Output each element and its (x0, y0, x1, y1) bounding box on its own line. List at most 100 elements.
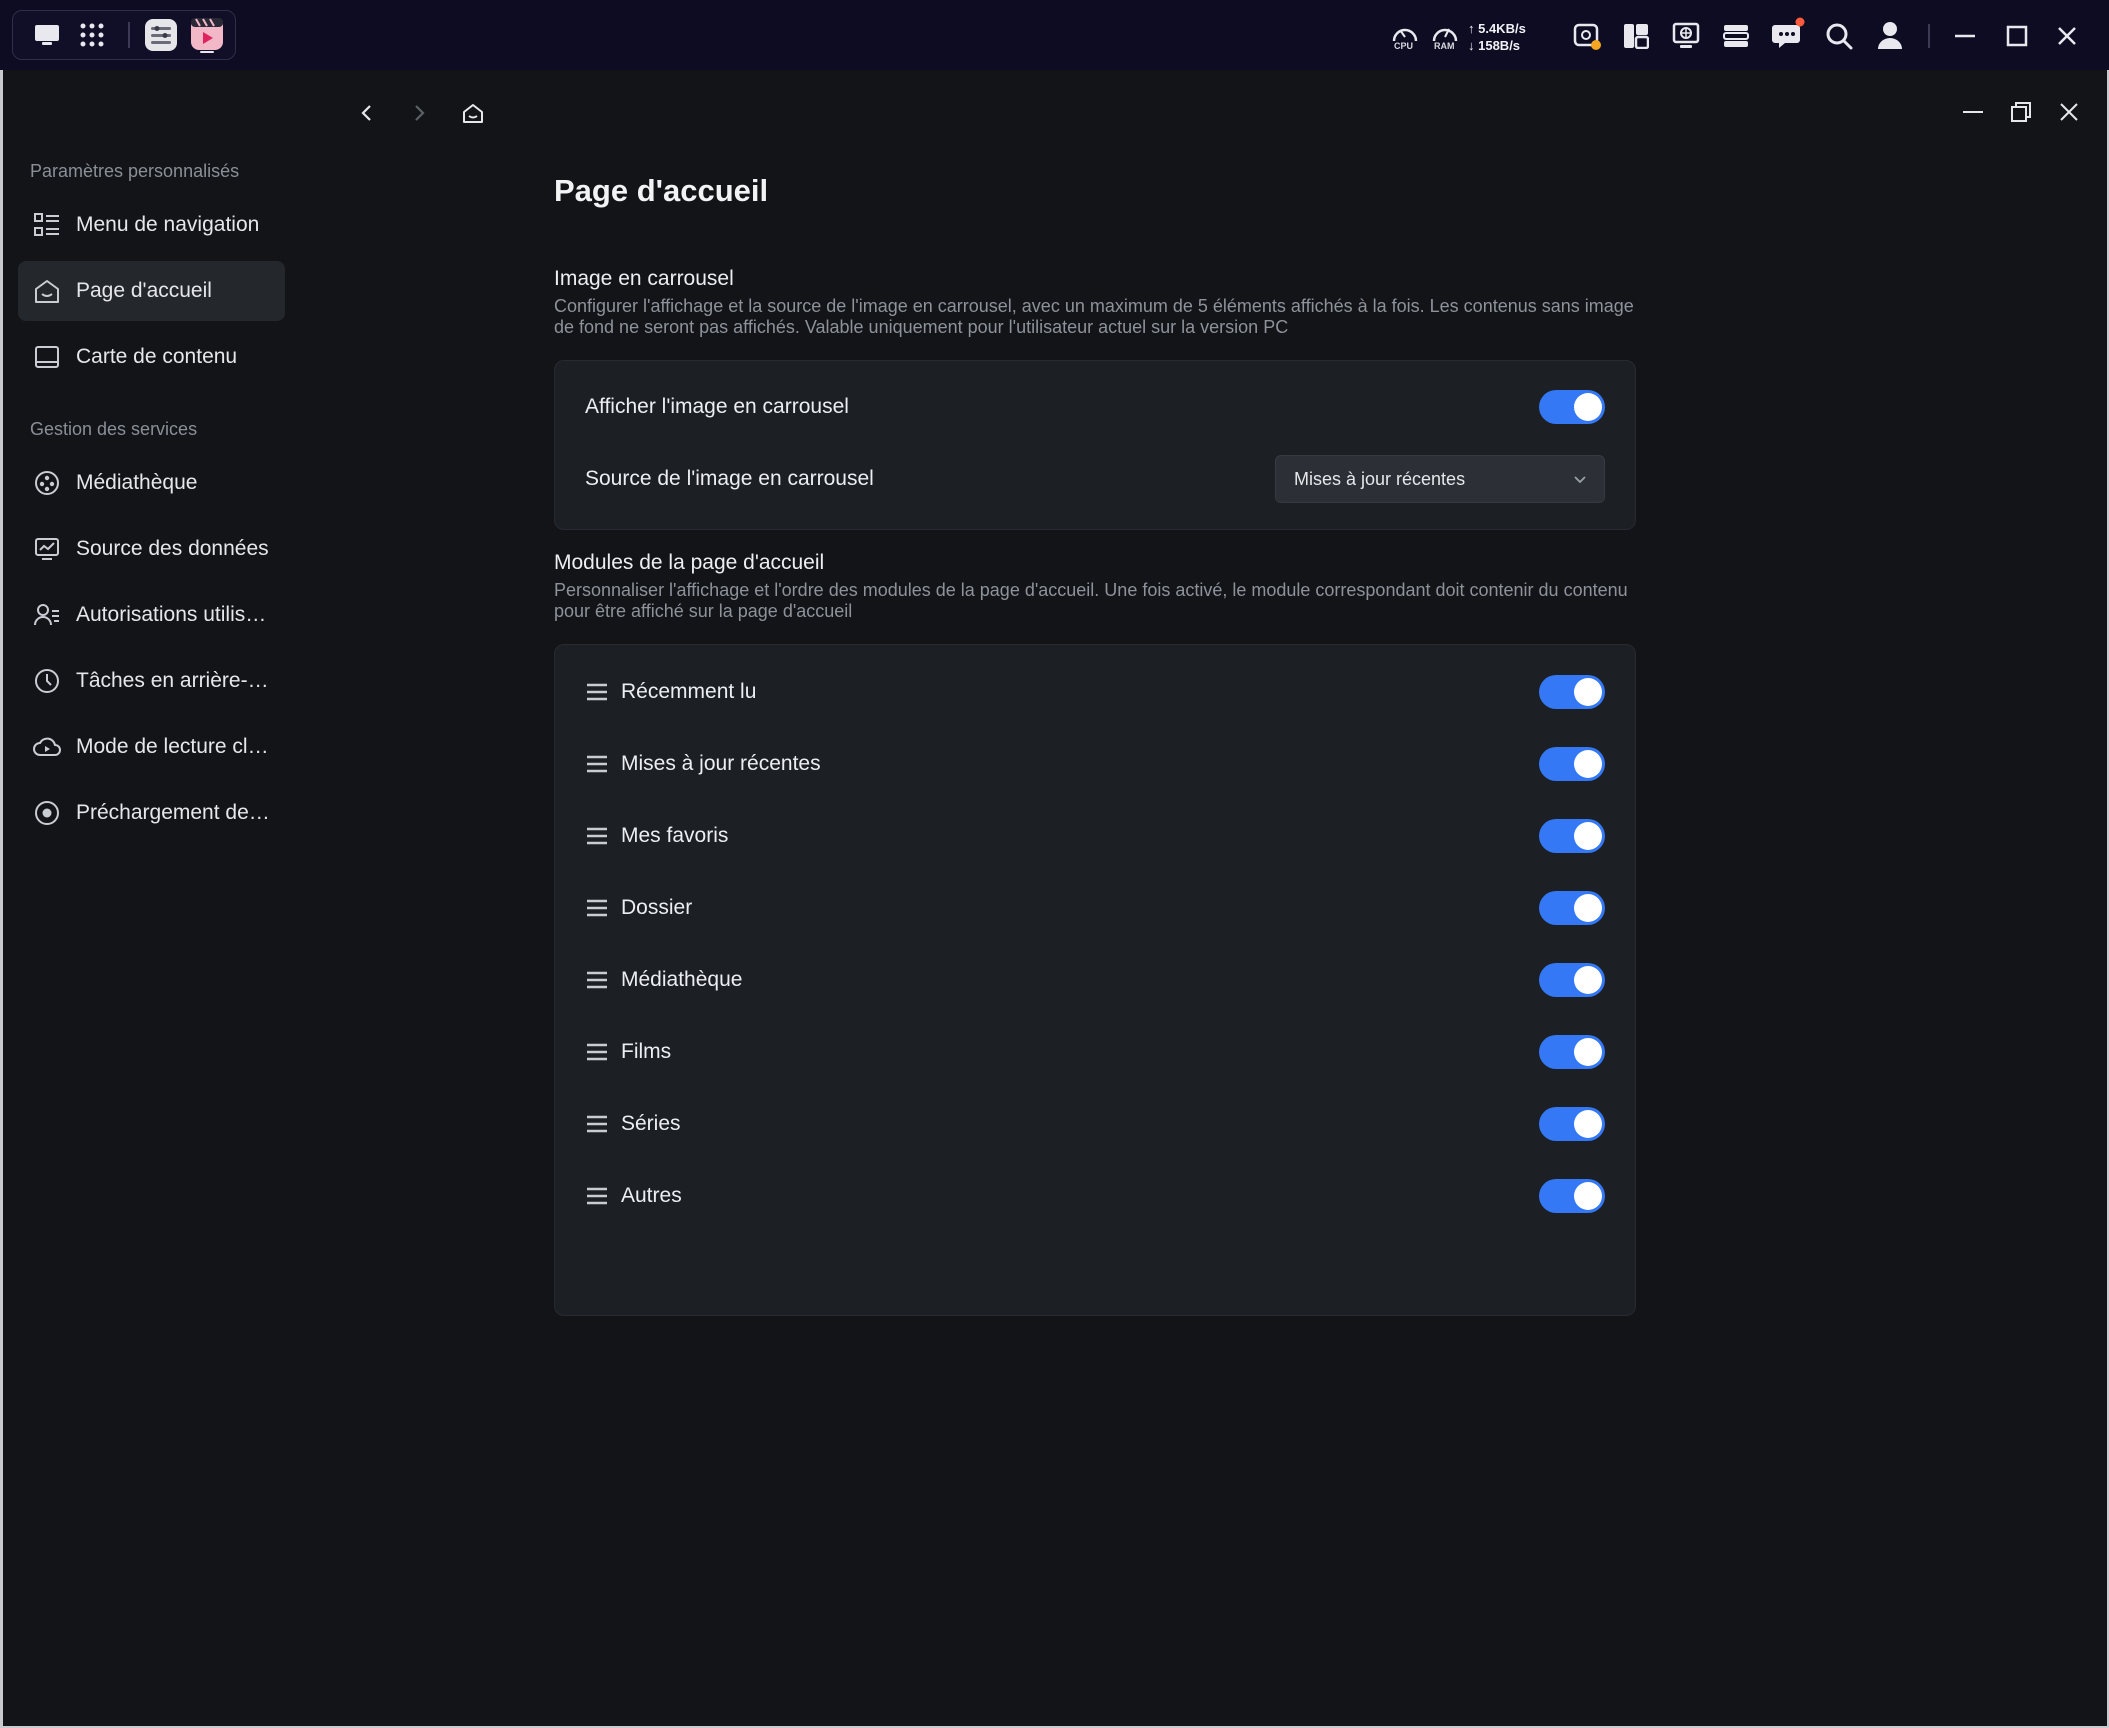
window-minimize-button[interactable] (1957, 96, 1989, 128)
module-label: Séries (621, 1112, 681, 1135)
module-toggle[interactable] (1539, 747, 1605, 781)
home-button[interactable] (457, 97, 489, 129)
drag-handle-icon[interactable] (585, 824, 609, 848)
drag-handle-icon[interactable] (585, 1040, 609, 1064)
module-row: Dossier (555, 872, 1635, 944)
minimize-icon (1963, 111, 1983, 113)
background-tasks-icon[interactable] (1570, 20, 1604, 52)
module-toggle[interactable] (1539, 1035, 1605, 1069)
sidebar-item-background-tasks[interactable]: Tâches en arrière-… (18, 651, 285, 711)
remote-desktop-icon[interactable] (1670, 20, 1702, 52)
carousel-source-value: Mises à jour récentes (1294, 468, 1466, 489)
card-icon (32, 342, 62, 372)
carousel-section-description: Configurer l'affichage et la source de l… (554, 296, 1634, 337)
minimize-icon[interactable] (1950, 22, 1980, 50)
window-close-button[interactable] (2053, 96, 2085, 128)
toggle-knob (1574, 894, 1602, 922)
module-row: Films (555, 1016, 1635, 1088)
module-label: Mes favoris (621, 824, 729, 847)
divider (128, 22, 130, 48)
widgets-icon[interactable] (1620, 20, 1652, 52)
toggle-knob (1574, 750, 1602, 778)
drag-handle-icon[interactable] (585, 896, 609, 920)
module-row: Récemment lu (555, 656, 1635, 728)
toggle-knob (1574, 1038, 1602, 1066)
sidebar-item-preload[interactable]: Préchargement de… (18, 783, 285, 843)
sidebar-item-label: Préchargement de… (76, 801, 270, 824)
sidebar-item-navigation-menu[interactable]: Menu de navigation (18, 195, 285, 255)
home-icon (463, 104, 483, 123)
sidebar-item-data-source[interactable]: Source des données (18, 519, 285, 579)
carousel-source-select[interactable]: Mises à jour récentes (1275, 455, 1605, 503)
module-label: Films (621, 1040, 672, 1063)
sidebar-item-label: Autorisations utilis… (76, 603, 267, 626)
toggle-knob (1574, 1110, 1602, 1138)
sidebar-item-content-card[interactable]: Carte de contenu (18, 327, 285, 387)
module-label: Dossier (621, 896, 693, 919)
media-library-icon (32, 468, 62, 498)
maximize-icon[interactable] (2002, 22, 2032, 50)
module-toggle[interactable] (1539, 963, 1605, 997)
chevron-left-icon (361, 105, 371, 121)
sidebar-item-user-permissions[interactable]: Autorisations utilis… (18, 585, 285, 645)
sidebar-item-home-page[interactable]: Page d'accueil (18, 261, 285, 321)
sidebar-item-media-library[interactable]: Médiathèque (18, 453, 285, 513)
module-label: Récemment lu (621, 680, 757, 703)
drag-handle-icon[interactable] (585, 752, 609, 776)
drag-handle-icon[interactable] (585, 680, 609, 704)
sidebar-item-label: Page d'accueil (76, 279, 212, 302)
toggle-knob (1574, 966, 1602, 994)
module-toggle[interactable] (1539, 1107, 1605, 1141)
desktop-icon[interactable] (30, 20, 64, 50)
module-row: Mises à jour récentes (555, 728, 1635, 800)
ram-label: RAM (1434, 41, 1455, 51)
sidebar-item-cloud-playback[interactable]: Mode de lecture cl… (18, 717, 285, 777)
forward-button[interactable] (403, 97, 435, 129)
sidebar-item-label: Mode de lecture cl… (76, 735, 269, 758)
user-permissions-icon (32, 600, 62, 630)
drag-handle-icon[interactable] (585, 1184, 609, 1208)
toggle-knob (1574, 393, 1602, 421)
module-toggle[interactable] (1539, 675, 1605, 709)
storage-icon[interactable] (1720, 20, 1752, 52)
sidebar-item-label: Menu de navigation (76, 213, 260, 236)
settings-window: Paramètres personnalisés Menu de navigat… (3, 70, 2107, 1726)
close-icon[interactable] (2052, 22, 2082, 50)
settings-app-icon[interactable] (143, 17, 179, 53)
apps-grid-icon[interactable] (77, 20, 107, 50)
modules-section-description: Personnaliser l'affichage et l'ordre des… (554, 580, 1628, 621)
toggle-knob (1574, 678, 1602, 706)
chevron-down-icon (1572, 471, 1588, 492)
carousel-section-title: Image en carrousel (554, 267, 734, 290)
drag-handle-icon[interactable] (585, 968, 609, 992)
sidebar-section-services: Gestion des services (30, 419, 198, 439)
video-app-icon[interactable] (188, 15, 226, 55)
module-toggle[interactable] (1539, 891, 1605, 925)
carousel-show-toggle[interactable] (1539, 390, 1605, 424)
modules-card: Récemment lu Mises à jour récentes Mes f… (554, 644, 1636, 1316)
user-icon[interactable] (1874, 18, 1906, 52)
module-toggle[interactable] (1539, 1179, 1605, 1213)
preload-icon (32, 798, 62, 828)
window-restore-button[interactable] (2005, 96, 2037, 128)
search-icon[interactable] (1823, 20, 1855, 52)
restore-icon (2011, 102, 2031, 122)
sidebar-item-label: Médiathèque (76, 471, 198, 494)
sidebar-section-personalized: Paramètres personnalisés (30, 161, 240, 181)
data-source-icon (32, 534, 62, 564)
module-toggle[interactable] (1539, 819, 1605, 853)
toggle-knob (1574, 1182, 1602, 1210)
sidebar-item-label: Carte de contenu (76, 345, 238, 368)
chevron-right-icon (415, 105, 425, 121)
back-button[interactable] (351, 97, 383, 129)
drag-handle-icon[interactable] (585, 1112, 609, 1136)
network-speed: ↑ 5.4KB/s ↓ 158B/s (1468, 20, 1526, 54)
page-title: Page d'accueil (554, 173, 769, 208)
cpu-label: CPU (1394, 41, 1414, 51)
divider (1928, 24, 1930, 48)
sidebar-item-label: Source des données (76, 537, 269, 560)
module-label: Mises à jour récentes (621, 752, 821, 775)
messages-icon[interactable] (1770, 16, 1806, 52)
list-icon (32, 210, 62, 240)
clock-icon (32, 666, 62, 696)
